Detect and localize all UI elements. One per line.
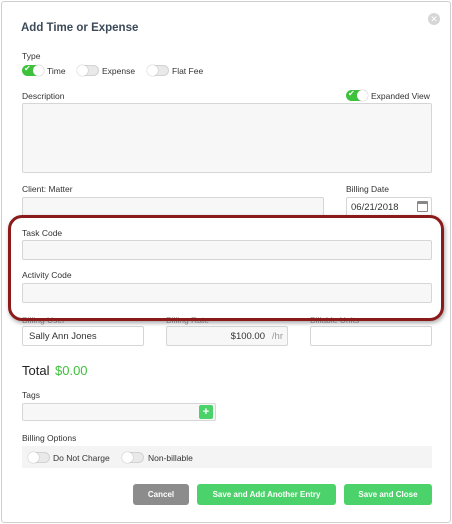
calendar-icon[interactable] <box>417 201 428 212</box>
total-value: $0.00 <box>55 363 88 378</box>
type-expense-toggle[interactable] <box>77 65 99 76</box>
type-time-toggle[interactable]: ✔ <box>22 64 44 76</box>
billing-rate-input[interactable]: $100.00 /hr <box>166 326 288 346</box>
client-matter-label: Client: Matter <box>22 184 73 194</box>
type-flat-fee-toggle[interactable] <box>147 65 169 76</box>
billing-date-input[interactable]: 06/21/2018 <box>346 197 432 217</box>
billing-date-label: Billing Date <box>346 184 389 194</box>
billable-units-input[interactable] <box>310 326 432 346</box>
billing-user-input[interactable]: Sally Ann Jones <box>22 326 144 346</box>
save-and-add-another-button[interactable]: Save and Add Another Entry <box>197 484 336 505</box>
type-expense-label: Expense <box>102 66 136 76</box>
non-billable-label: Non-billable <box>148 453 193 463</box>
billing-date-value: 06/21/2018 <box>351 202 399 213</box>
close-icon[interactable]: ✕ <box>428 13 440 25</box>
type-label: Type <box>22 51 41 61</box>
dialog-title: Add Time or Expense <box>21 22 139 34</box>
expanded-view-label: Expanded View <box>371 91 430 101</box>
total-label: Total <box>22 363 50 378</box>
billing-user-value: Sally Ann Jones <box>29 331 97 342</box>
description-textarea[interactable] <box>22 103 432 173</box>
tags-input[interactable]: + <box>22 403 216 421</box>
non-billable-toggle[interactable] <box>122 452 144 463</box>
billing-options-label: Billing Options <box>22 433 77 443</box>
billing-rate-unit: /hr <box>271 331 283 342</box>
save-and-close-button[interactable]: Save and Close <box>344 484 432 505</box>
do-not-charge-label: Do Not Charge <box>53 453 110 463</box>
highlight-annotation <box>8 215 444 321</box>
expanded-view-toggle[interactable]: ✔ <box>346 89 368 101</box>
do-not-charge-toggle[interactable] <box>28 452 50 463</box>
description-label: Description <box>22 91 65 101</box>
tags-label: Tags <box>22 390 40 400</box>
client-matter-input[interactable] <box>22 197 324 217</box>
type-time-label: Time <box>47 66 66 76</box>
billing-rate-value: $100.00 <box>230 331 265 342</box>
add-tag-icon[interactable]: + <box>199 405 213 419</box>
cancel-button[interactable]: Cancel <box>133 484 189 505</box>
type-flat-fee-label: Flat Fee <box>172 66 204 76</box>
